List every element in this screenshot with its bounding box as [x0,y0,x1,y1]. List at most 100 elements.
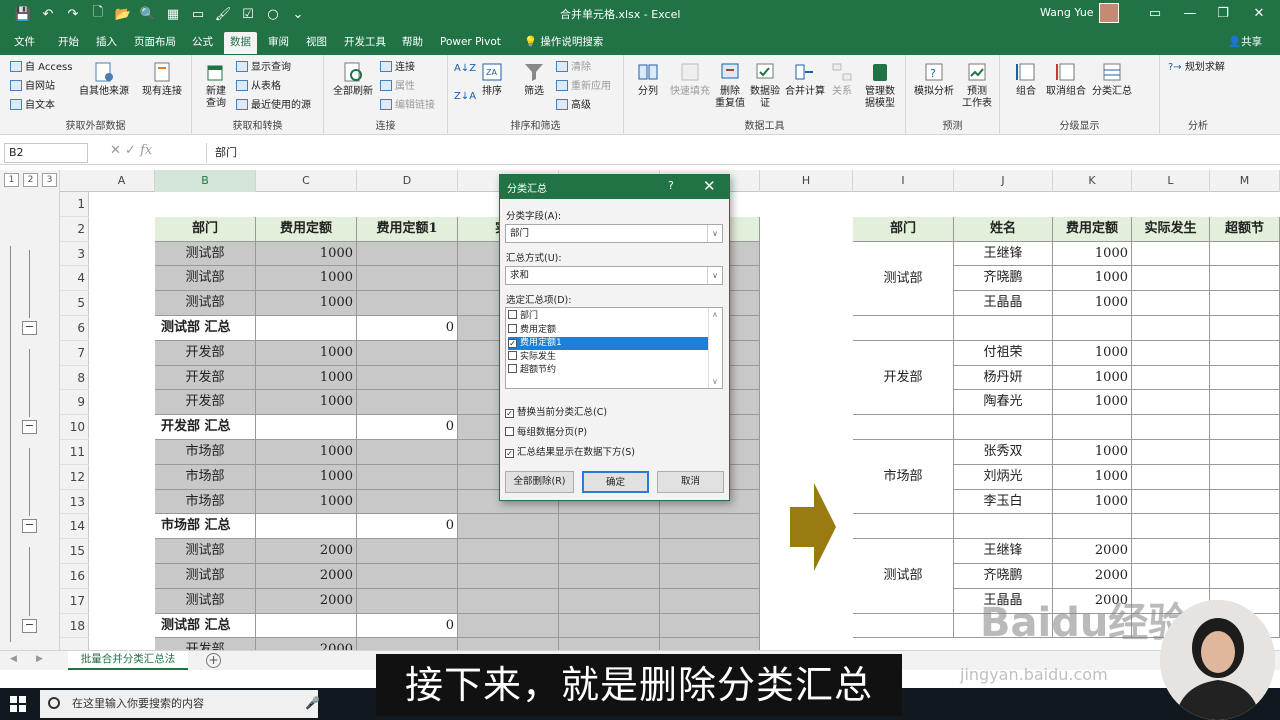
table-cell[interactable]: 1000 [256,489,357,515]
insert-function-icon[interactable]: fx [140,143,152,158]
show-queries-button[interactable]: 显示查询 [236,60,291,76]
name-cell[interactable]: 李玉白 [954,489,1053,515]
tab-page-layout[interactable]: 页面布局 [128,32,182,54]
table-cell[interactable] [256,415,357,440]
ok-button[interactable]: 确定 [582,471,649,493]
consolidate-button[interactable]: 合并计算 [784,60,826,98]
table-cell[interactable] [1210,564,1280,589]
from-table-button[interactable]: 从表格 [236,79,281,95]
row-header-1[interactable]: 1 [60,192,89,217]
properties-button[interactable]: 属性 [380,79,415,95]
solver-button[interactable]: ?→ 规划求解 [1168,60,1225,76]
table-cell[interactable] [458,638,559,650]
table-cell[interactable] [357,241,458,267]
table-header-cell[interactable]: 姓名 [954,216,1053,242]
table-cell[interactable]: 2000 [256,638,357,650]
relationships-button[interactable]: 关系 [828,60,856,98]
text-to-columns-button[interactable]: 分列 [632,60,664,98]
row-header-14[interactable]: 14 [60,514,89,540]
row-header-9[interactable]: 9 [60,390,89,416]
column-header-i[interactable]: I [853,170,954,192]
subtotal-item-4[interactable]: 实际发生 [508,350,708,364]
manage-data-model-button[interactable]: 管理数 据模型 [860,60,900,110]
scroll-up-icon[interactable]: ∧ [712,310,718,319]
table-cell[interactable]: 测试部 [155,539,256,564]
table-icon[interactable]: ▦ [164,5,182,23]
sheet-nav-right-icon[interactable]: ▶ [36,654,43,664]
tab-data[interactable]: 数据 [224,32,257,54]
table-cell[interactable]: 1000 [256,241,357,267]
table-cell[interactable] [853,514,954,540]
row-header-15[interactable]: 15 [60,539,89,564]
table-cell[interactable] [660,539,760,564]
function-select[interactable]: 求和 ∨ [505,266,723,285]
table-cell[interactable]: 开发部 [155,340,256,366]
subtotal-label-cell[interactable]: 市场部 汇总 [155,514,256,540]
name-cell[interactable]: 齐晓鹏 [954,564,1053,589]
windows-start-icon[interactable] [10,696,26,712]
subtotal-label-cell[interactable]: 测试部 汇总 [155,613,256,639]
table-cell[interactable] [1210,440,1280,465]
table-cell[interactable]: 1000 [256,390,357,416]
replace-current-checkbox[interactable]: ✓ 替换当前分类汇总(C) [505,404,607,418]
table-cell[interactable]: 测试部 [155,291,256,316]
table-cell[interactable] [458,514,559,540]
merged-dept-cell[interactable]: 测试部 [853,539,954,614]
row-header-6[interactable]: 6 [60,316,89,341]
table-cell[interactable]: 测试部 [155,241,256,267]
group-button[interactable]: 组合 [1008,60,1044,98]
tab-review[interactable]: 审阅 [262,32,295,54]
name-cell[interactable]: 王继锋 [954,241,1053,267]
merged-dept-cell[interactable]: 市场部 [853,440,954,515]
value-cell[interactable]: 1000 [1053,241,1132,267]
table-cell[interactable] [357,564,458,589]
table-cell[interactable] [357,588,458,614]
table-cell[interactable] [853,316,954,341]
table-cell[interactable] [1210,514,1280,540]
column-header-h[interactable]: H [760,170,853,192]
subtotal-button[interactable]: 分类汇总 [1090,60,1134,98]
column-header-a[interactable]: A [89,170,155,192]
name-box[interactable]: B2 [4,143,88,163]
row-header-18[interactable]: 18 [60,614,89,639]
sort-az-button[interactable]: A↓Z [454,63,476,75]
table-cell[interactable] [1132,291,1210,316]
connections-button[interactable]: 连接 [380,60,415,76]
remove-duplicates-button[interactable]: 删除 重复值 [712,60,748,110]
column-header-c[interactable]: C [256,170,357,192]
forecast-sheet-button[interactable]: 预测 工作表 [958,60,996,110]
add-sheet-icon[interactable]: + [206,653,221,668]
undo-icon[interactable]: ↶ [39,5,57,23]
taskbar-search-input[interactable]: 在这里输入你要搜索的内容 [40,690,318,718]
table-cell[interactable] [458,613,559,639]
ribbon-display-options-icon[interactable]: ▭ [1140,2,1170,24]
cancel-entry-icon[interactable]: ✕ [110,143,121,158]
table-cell[interactable] [1132,316,1210,341]
table-cell[interactable] [660,564,760,589]
advanced-filter-button[interactable]: 高级 [556,98,591,114]
subtotal-item-2[interactable]: 费用定额 [508,323,708,337]
name-cell[interactable]: 齐晓鹏 [954,266,1053,292]
group-by-select[interactable]: 部门 ∨ [505,224,723,243]
tell-me-search[interactable]: 💡 操作说明搜索 [518,32,609,54]
close-icon[interactable]: ✕ [1244,2,1274,24]
subtotal-value-cell[interactable]: 0 [357,415,458,440]
table-cell[interactable] [954,514,1053,540]
row-header-13[interactable]: 13 [60,490,89,515]
table-cell[interactable]: 2000 [256,539,357,564]
subtotal-value-cell[interactable]: 0 [357,514,458,540]
sheet-tab[interactable]: 批量合并分类汇总法 [68,651,188,670]
table-cell[interactable] [559,638,660,650]
subtotal-label-cell[interactable]: 测试部 汇总 [155,316,256,341]
table-cell[interactable] [1210,241,1280,267]
from-text-button[interactable]: 自文本 [10,98,55,114]
table-cell[interactable] [1132,440,1210,465]
list-scrollbar[interactable]: ∧ ∨ [708,308,722,388]
collapse-group-icon[interactable]: − [22,519,37,534]
table-cell[interactable] [559,588,660,614]
new-query-button[interactable]: 新建 查询 [198,60,234,110]
merged-dept-cell[interactable]: 测试部 [853,241,954,316]
sheet-nav-left-icon[interactable]: ◀ [10,654,17,664]
table-header-cell[interactable]: 费用定额 [256,216,357,242]
table-cell[interactable] [357,440,458,465]
